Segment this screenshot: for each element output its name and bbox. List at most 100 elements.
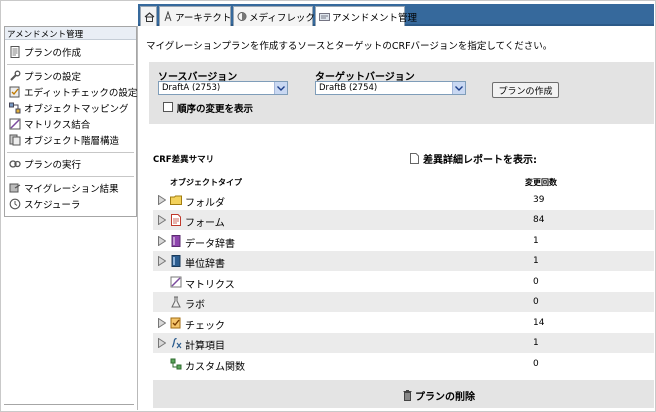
delete-plan-button[interactable]: プランの削除 <box>403 388 475 403</box>
sidebar-item-label: マイグレーション結果 <box>24 184 119 195</box>
sidebar-item-object-mapping[interactable]: オブジェクトマッピング <box>9 101 129 115</box>
home-icon <box>144 11 155 22</box>
object-type-label: ラボ <box>185 300 205 311</box>
table-row: フォルダ 39 <box>153 190 654 210</box>
column-header-change-count: 変更回数 <box>525 178 557 187</box>
report-document-icon <box>410 153 419 164</box>
tab-mediflex-label: メディフレックス <box>249 12 325 24</box>
object-type-label: カスタム関数 <box>185 362 245 373</box>
mapping-icon <box>9 102 21 114</box>
sidebar-item-scheduler[interactable]: スケジューラ <box>9 197 80 211</box>
sidebar-item-label: プランの設定 <box>24 72 82 83</box>
amendment-icon <box>319 12 330 22</box>
sidebar-divider <box>7 64 134 65</box>
sidebar-item-migration-results[interactable]: マイグレーション結果 <box>9 181 119 195</box>
custom-function-icon <box>170 358 182 370</box>
sidebar-item-label: オブジェクト階層構造 <box>24 136 120 147</box>
table-row: マトリクス 0 <box>153 272 654 292</box>
sidebar-header: アメンドメント管理 <box>5 27 136 40</box>
change-count: 1 <box>533 256 539 266</box>
source-version-select[interactable]: DraftA (2753) <box>158 81 288 95</box>
check-icon <box>170 317 181 329</box>
tab-amendment-label: アメンドメント管理 <box>332 12 418 24</box>
sidebar-item-object-hierarchy[interactable]: オブジェクト階層構造 <box>9 133 119 147</box>
column-header-object-type: オブジェクトタイプ <box>170 178 242 187</box>
mediflex-icon <box>237 11 247 22</box>
sidebar-item-edit-check-settings[interactable]: エディットチェックの設定 <box>9 85 137 99</box>
matrix-icon <box>170 276 182 288</box>
sidebar-item-label: スケジューラ <box>24 200 81 211</box>
target-version-select[interactable]: DraftB (2754) <box>315 81 466 95</box>
table-row: データ辞書 1 <box>153 231 654 251</box>
wrench-icon <box>9 70 21 82</box>
change-count: 0 <box>533 277 539 287</box>
sidebar-item-label: エディットチェックの設定 <box>24 88 138 99</box>
show-order-changes-checkbox[interactable] <box>163 102 173 112</box>
object-type-label: データ辞書 <box>185 239 235 250</box>
object-type-label: マトリクス <box>185 280 235 291</box>
sidebar-divider-line <box>137 26 138 410</box>
version-selection-panel: ソースバージョン DraftA (2753) ターゲットバージョン DraftB… <box>149 62 654 124</box>
change-count: 39 <box>533 195 545 205</box>
expand-arrow-icon[interactable] <box>158 236 166 246</box>
object-type-label: フォーム <box>185 218 225 229</box>
table-row: 計算項目 1 <box>153 333 654 353</box>
table-row: 単位辞書 1 <box>153 251 654 271</box>
chevron-down-icon <box>274 82 287 94</box>
delete-plan-label: プランの削除 <box>415 392 475 403</box>
hierarchy-icon <box>9 134 21 146</box>
expand-arrow-icon[interactable] <box>158 195 166 205</box>
tab-architect[interactable]: アーキテクト <box>159 6 231 26</box>
calculation-icon <box>171 338 182 349</box>
bottom-action-bar: プランの削除 <box>153 380 654 408</box>
scheduler-icon <box>9 198 21 210</box>
change-count: 0 <box>533 297 539 307</box>
instruction-text: マイグレーションプランを作成するソースとターゲットのCRFバージョンを指定してく… <box>146 41 553 52</box>
change-count: 1 <box>533 236 539 246</box>
sidebar-item-matrix-merge[interactable]: マトリクス結合 <box>9 117 90 131</box>
show-order-changes-label: 順序の変更を表示 <box>177 104 254 115</box>
results-icon <box>9 182 21 194</box>
run-icon <box>9 158 21 170</box>
sidebar: アメンドメント管理 プランの作成 プランの設定 エディットチェックの設定 オブジ… <box>4 26 137 217</box>
table-row: カスタム関数 0 <box>153 354 654 374</box>
sidebar-item-label: プランの作成 <box>24 48 82 59</box>
sidebar-divider <box>7 152 134 153</box>
tab-architect-label: アーキテクト <box>175 12 232 24</box>
table-row: フォーム 84 <box>153 210 654 230</box>
sidebar-item-plan-settings[interactable]: プランの設定 <box>9 69 81 83</box>
expand-arrow-icon[interactable] <box>158 338 166 348</box>
object-type-label: 単位辞書 <box>185 259 225 270</box>
create-plan-button[interactable]: プランの作成 <box>492 82 559 98</box>
sidebar-item-create-plan[interactable]: プランの作成 <box>9 45 81 59</box>
change-count: 84 <box>533 215 545 225</box>
sidebar-item-label: マトリクス結合 <box>24 120 91 131</box>
data-dictionary-icon <box>171 235 181 247</box>
source-version-value: DraftA (2753) <box>162 83 221 93</box>
edit-check-icon <box>9 86 21 98</box>
change-count: 14 <box>533 318 545 328</box>
change-count: 1 <box>533 338 539 348</box>
sidebar-item-label: オブジェクトマッピング <box>24 104 129 115</box>
sidebar-divider <box>7 176 134 177</box>
summary-title: CRF差異サマリ <box>153 155 215 165</box>
expand-arrow-icon[interactable] <box>158 256 166 266</box>
trash-icon <box>403 390 412 401</box>
sidebar-item-label: プランの実行 <box>24 160 82 171</box>
expand-arrow-icon[interactable] <box>158 215 166 225</box>
change-count: 0 <box>533 359 539 369</box>
view-diff-report-label: 差異詳細レポートを表示: <box>423 155 537 166</box>
object-type-label: フォルダ <box>185 198 225 209</box>
tab-amendment[interactable]: アメンドメント管理 <box>315 6 417 26</box>
lab-icon <box>171 296 181 308</box>
expand-arrow-icon[interactable] <box>158 318 166 328</box>
form-icon <box>171 214 181 226</box>
view-diff-report-link[interactable]: 差異詳細レポートを表示: <box>410 151 537 166</box>
object-type-label: 計算項目 <box>185 341 225 352</box>
sidebar-item-run-plan[interactable]: プランの実行 <box>9 157 81 171</box>
tab-mediflex[interactable]: メディフレックス <box>233 6 324 26</box>
tab-home[interactable] <box>140 6 157 26</box>
target-version-value: DraftB (2754) <box>319 83 378 93</box>
matrix-icon <box>9 118 21 130</box>
document-icon <box>9 46 21 58</box>
